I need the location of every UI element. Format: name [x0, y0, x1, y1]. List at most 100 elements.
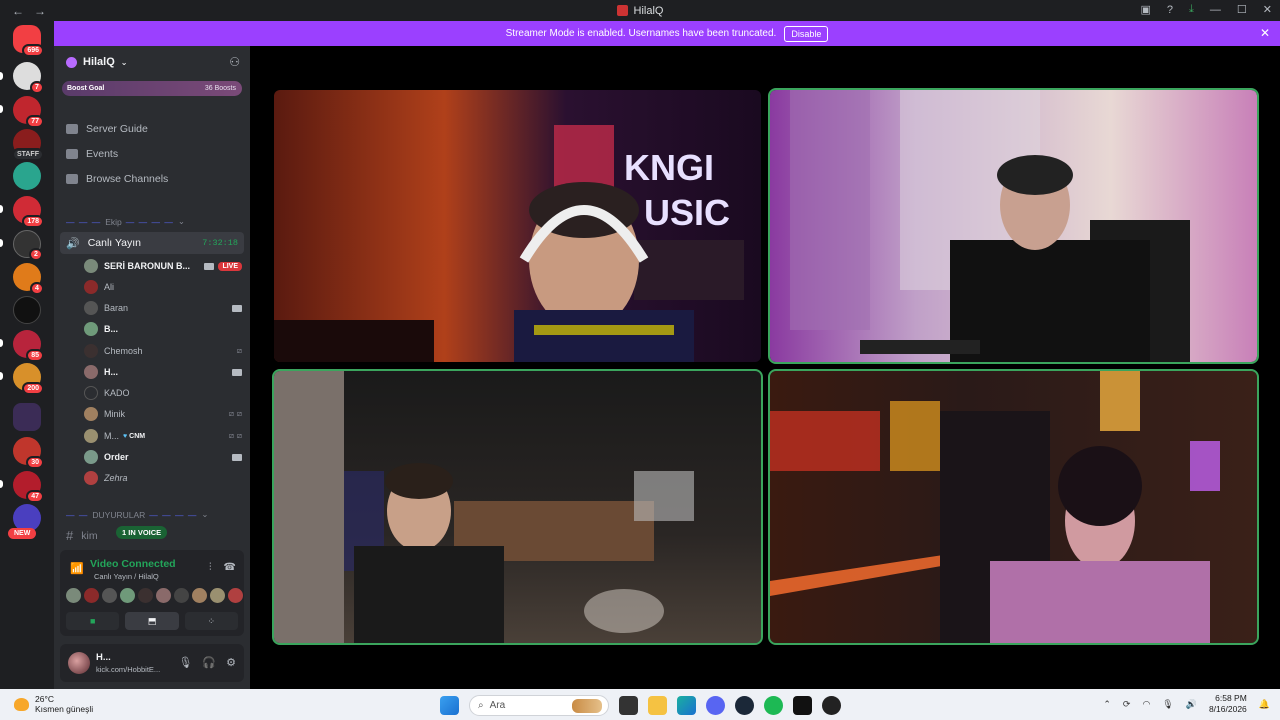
- voice-member[interactable]: Minik ⧄ ⧄: [84, 405, 242, 423]
- category-duyurular[interactable]: — — DUYURULAR — — — — ⌄: [66, 509, 209, 520]
- events-item[interactable]: Events: [66, 148, 118, 160]
- server-icon[interactable]: 200: [13, 363, 44, 395]
- server-guide-label: Server Guide: [86, 123, 148, 135]
- avatar[interactable]: [138, 588, 153, 603]
- category-ekip[interactable]: — — — Ekip — — — — ⌄: [66, 216, 185, 227]
- avatar[interactable]: [228, 588, 243, 603]
- avatar[interactable]: [84, 588, 99, 603]
- voice-member[interactable]: Ali: [84, 278, 242, 296]
- avatar[interactable]: [192, 588, 207, 603]
- sync-icon[interactable]: ⟳: [1123, 699, 1131, 710]
- signal-icon[interactable]: 📶: [70, 562, 84, 575]
- user-name[interactable]: H...: [96, 652, 111, 663]
- discord-icon[interactable]: [706, 696, 725, 715]
- server-icon[interactable]: [13, 296, 41, 324]
- download-icon[interactable]: ⤓: [1189, 3, 1194, 16]
- banner-close-icon[interactable]: ✕: [1260, 26, 1270, 40]
- folder-icon[interactable]: [13, 403, 41, 431]
- wifi-icon[interactable]: ◠: [1142, 699, 1150, 710]
- voice-member[interactable]: B...: [84, 320, 242, 338]
- chevron-up-icon[interactable]: ⌃: [1103, 699, 1111, 710]
- disable-button[interactable]: Disable: [784, 25, 829, 42]
- server-header[interactable]: HilalQ ⌄ ⚇: [66, 55, 240, 69]
- in-voice-pill[interactable]: 1 IN VOICE: [116, 526, 168, 539]
- spotify-icon[interactable]: [764, 696, 783, 715]
- voice-member[interactable]: Baran: [84, 299, 242, 317]
- server-icon[interactable]: 85: [13, 330, 44, 362]
- add-member-icon[interactable]: ⚇: [229, 55, 240, 69]
- start-icon[interactable]: [440, 696, 459, 715]
- video-tile-participant[interactable]: [768, 369, 1259, 645]
- voice-member[interactable]: SERİ BARONUN B... LIVE: [84, 257, 242, 275]
- screen-share-button[interactable]: ⬒: [125, 612, 179, 630]
- server-icon[interactable]: 4: [13, 263, 44, 295]
- avatar[interactable]: [120, 588, 135, 603]
- volume-icon[interactable]: 🔊: [1186, 699, 1197, 710]
- server-icon[interactable]: [13, 162, 41, 190]
- member-name: Baran: [104, 303, 129, 313]
- home-server-icon[interactable]: 696: [13, 25, 44, 57]
- video-tile-participant[interactable]: [768, 88, 1259, 364]
- close-window-icon[interactable]: ✕: [1263, 3, 1272, 16]
- avatar[interactable]: [102, 588, 117, 603]
- voice-location[interactable]: Canlı Yayın / HilalQ: [94, 572, 159, 581]
- member-name: KADO: [104, 388, 130, 398]
- headphones-icon[interactable]: 🎧: [202, 656, 216, 669]
- settings-gear-icon[interactable]: ⚙: [226, 656, 236, 669]
- file-explorer-icon[interactable]: [648, 696, 667, 715]
- voice-status[interactable]: Video Connected: [90, 558, 176, 570]
- server-icon[interactable]: 47: [13, 471, 44, 503]
- server-badge: 178: [22, 215, 44, 228]
- browse-channels-item[interactable]: Browse Channels: [66, 173, 168, 185]
- disconnect-icon[interactable]: ☎: [224, 562, 236, 573]
- steam-icon[interactable]: [735, 696, 754, 715]
- taskbar-search[interactable]: ⌕ Ara: [469, 695, 609, 716]
- avatar[interactable]: [156, 588, 171, 603]
- camera-toggle-button[interactable]: ■: [66, 612, 120, 630]
- minimize-icon[interactable]: —: [1210, 4, 1221, 16]
- video-tile-streamer[interactable]: KNGI USIC: [274, 90, 761, 362]
- server-icon[interactable]: 2: [13, 230, 43, 261]
- boost-goal-bar[interactable]: Boost Goal 36 Boosts: [62, 81, 242, 96]
- deafened-icon: ⧄: [236, 409, 242, 418]
- weather-widget[interactable]: 26°C Kısmen güneşli: [14, 694, 93, 714]
- server-icon[interactable]: STAFF: [11, 129, 44, 161]
- server-icon[interactable]: 30: [13, 437, 44, 469]
- help-icon[interactable]: ?: [1167, 4, 1173, 16]
- voice-member[interactable]: M... ♥ CNM ⧄ ⧄: [84, 427, 242, 445]
- chevron-down-icon: ⌄: [177, 216, 185, 226]
- user-status[interactable]: kick.com/HobbitE...: [96, 665, 160, 674]
- voice-member[interactable]: Order: [84, 448, 242, 466]
- voice-channel-canli-yayin[interactable]: 🔊 Canlı Yayın 7:32:18: [60, 232, 244, 254]
- clock[interactable]: 6:58 PM 8/16/2026: [1209, 693, 1247, 715]
- server-icon[interactable]: 77: [13, 96, 44, 128]
- guide-icon: [66, 124, 78, 134]
- avatar[interactable]: [210, 588, 225, 603]
- voice-member[interactable]: Chemosh ⧄: [84, 342, 242, 360]
- text-channel[interactable]: # kim: [66, 528, 98, 543]
- server-icon[interactable]: 7: [13, 62, 44, 94]
- server-icon[interactable]: 178: [13, 196, 44, 228]
- activities-button[interactable]: ⁘: [184, 612, 238, 630]
- avatar[interactable]: [66, 588, 81, 603]
- microphone-tray-icon[interactable]: 🎙: [1162, 699, 1173, 710]
- avatar[interactable]: [174, 588, 189, 603]
- voice-member[interactable]: H...: [84, 363, 242, 381]
- video-feed: KNGI USIC: [274, 90, 761, 362]
- user-avatar[interactable]: [68, 652, 90, 674]
- nvidia-icon[interactable]: [793, 696, 812, 715]
- maximize-icon[interactable]: ☐: [1237, 3, 1247, 16]
- noise-suppression-icon[interactable]: ⫶: [209, 562, 212, 573]
- video-tile-participant[interactable]: [272, 369, 763, 645]
- edge-browser-icon[interactable]: [677, 696, 696, 715]
- microphone-icon[interactable]: 🎙: [178, 656, 192, 669]
- task-view-icon[interactable]: [619, 696, 638, 715]
- notifications-icon[interactable]: 🔔: [1259, 699, 1270, 710]
- member-name: Zehra: [104, 473, 128, 483]
- app-icon[interactable]: [822, 696, 841, 715]
- inbox-icon[interactable]: ▣: [1141, 3, 1151, 16]
- server-guide-item[interactable]: Server Guide: [66, 123, 148, 135]
- banner-message: Streamer Mode is enabled. Usernames have…: [505, 28, 777, 39]
- voice-member[interactable]: Zehra: [84, 469, 242, 487]
- voice-member[interactable]: KADO: [84, 384, 242, 402]
